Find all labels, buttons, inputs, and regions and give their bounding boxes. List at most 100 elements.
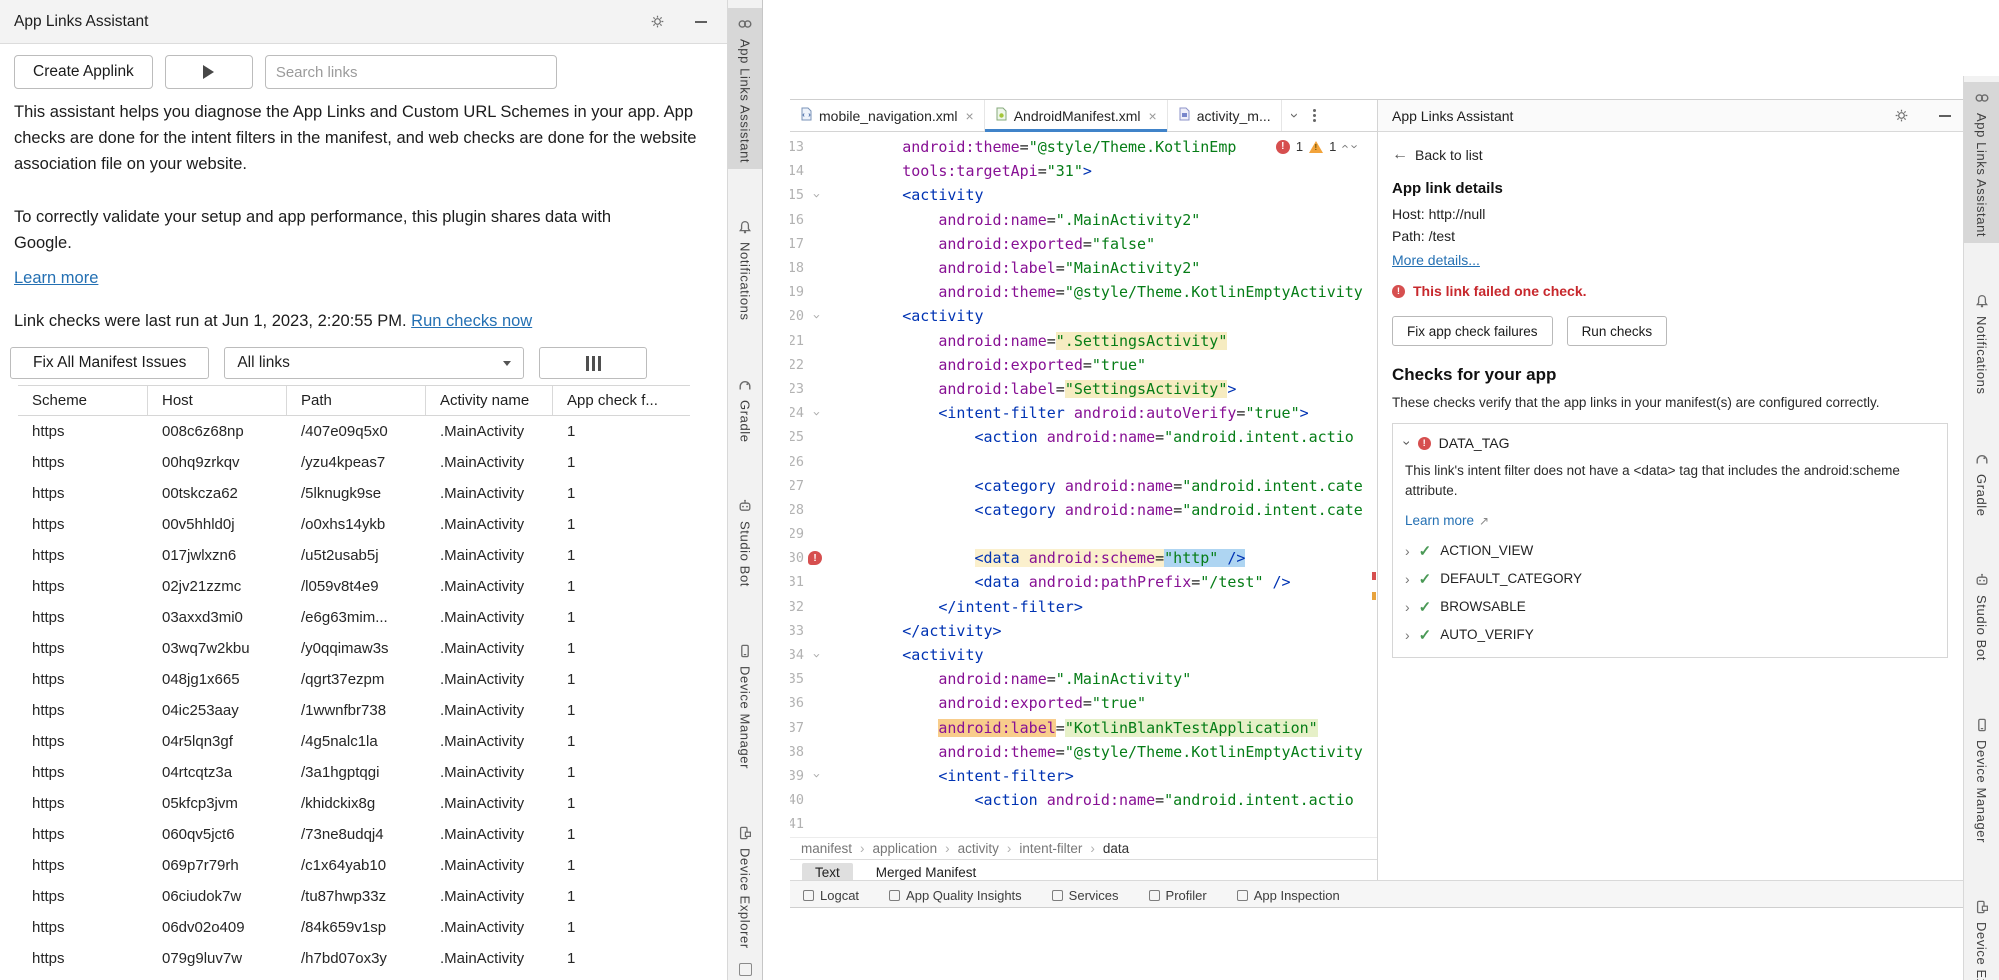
table-row[interactable]: https017jwlxzn6/u5t2usab5j.MainActivity1 bbox=[18, 540, 690, 571]
table-row[interactable]: https03wq7w2kbu/y0qqimaw3s.MainActivity1 bbox=[18, 633, 690, 664]
tool-tab-device-manager[interactable]: Device Manager bbox=[1964, 709, 1999, 849]
table-cell: .MainActivity bbox=[426, 857, 553, 874]
table-row[interactable]: https048jg1x665/qgrt37ezpm.MainActivity1 bbox=[18, 664, 690, 695]
table-row[interactable]: https03axxd3mi0/e6g63mim....MainActivity… bbox=[18, 602, 690, 633]
tool-window-button-app-quality-insights[interactable]: App Quality Insights bbox=[889, 888, 1022, 903]
more-details-link[interactable]: More details... bbox=[1392, 252, 1480, 268]
table-row[interactable]: https06ciudok7w/tu87hwp33z.MainActivity1 bbox=[18, 881, 690, 912]
check-row-auto-verify[interactable]: ›✓AUTO_VERIFY bbox=[1405, 625, 1935, 644]
tool-tab-device-explorer[interactable]: Device Explorer bbox=[728, 817, 762, 955]
gear-icon[interactable] bbox=[650, 14, 665, 29]
create-applink-button[interactable]: Create Applink bbox=[14, 55, 153, 89]
bottom-tab-merged-manifest[interactable]: Merged Manifest bbox=[863, 863, 990, 882]
gear-icon[interactable] bbox=[1894, 108, 1909, 123]
close-tab-icon[interactable]: × bbox=[966, 108, 974, 124]
fold-icon[interactable]: › bbox=[809, 651, 822, 659]
chevron-right-icon[interactable]: › bbox=[1405, 599, 1410, 615]
error-stripe[interactable] bbox=[1372, 132, 1377, 837]
search-links-input[interactable] bbox=[265, 55, 557, 89]
tool-tab-gradle[interactable]: Gradle bbox=[1964, 443, 1999, 523]
table-row[interactable]: https04rtcqtz3a/3a1hgptqgi.MainActivity1 bbox=[18, 757, 690, 788]
learn-more-link[interactable]: Learn more bbox=[1405, 513, 1474, 528]
table-row[interactable]: https04r5lqn3gf/4g5nalc1la.MainActivity1 bbox=[18, 726, 690, 757]
tool-window-button-app-inspection[interactable]: App Inspection bbox=[1237, 888, 1340, 903]
table-row[interactable]: https079g9luv7w/h7bd07ox3y.MainActivity1 bbox=[18, 943, 690, 974]
tool-tab-device-manager[interactable]: Device Manager bbox=[728, 635, 762, 775]
chevron-expanded-icon[interactable]: › bbox=[1400, 441, 1414, 446]
code-editor[interactable]: 13 android:theme="@style/Theme.KotlinEmp… bbox=[790, 132, 1377, 837]
breadcrumb-item[interactable]: intent-filter bbox=[1019, 841, 1082, 856]
code-text: <data android:pathPrefix="/test" /> bbox=[826, 573, 1291, 591]
table-row[interactable]: https00v5hhld0j/o0xhs14ykb.MainActivity1 bbox=[18, 509, 690, 540]
breadcrumb-item[interactable]: application bbox=[873, 841, 938, 856]
line-number: 20 bbox=[790, 304, 806, 328]
tab-options-icon[interactable] bbox=[1313, 108, 1316, 123]
breadcrumb-item[interactable]: activity bbox=[958, 841, 999, 856]
error-stripe-mark[interactable] bbox=[1372, 572, 1376, 580]
failed-check-row[interactable]: › ! DATA_TAG bbox=[1405, 435, 1935, 451]
check-row-default-category[interactable]: ›✓DEFAULT_CATEGORY bbox=[1405, 569, 1935, 588]
error-icon[interactable]: ! bbox=[808, 551, 822, 565]
table-row[interactable]: https060qv5jct6/73ne8udqj4.MainActivity1 bbox=[18, 819, 690, 850]
tool-window-button-services[interactable]: Services bbox=[1052, 888, 1119, 903]
back-to-list-link[interactable]: ← Back to list bbox=[1392, 146, 1947, 164]
chevron-right-icon[interactable]: › bbox=[1405, 627, 1410, 643]
column-header[interactable]: Path bbox=[287, 386, 426, 415]
links-filter-dropdown[interactable]: All links bbox=[224, 347, 524, 379]
learn-more-link[interactable]: Learn more bbox=[14, 269, 98, 287]
next-issue-icon[interactable]: › bbox=[1348, 144, 1361, 148]
close-tab-icon[interactable]: × bbox=[1149, 108, 1157, 124]
left-tool-strip: App Links Assistant Notifications Gradle St… bbox=[727, 0, 763, 980]
table-row[interactable]: https06dv02o409/84k659v1sp.MainActivity1 bbox=[18, 912, 690, 943]
tool-tab-app-links-assistant[interactable]: App Links Assistant bbox=[728, 8, 762, 169]
tool-tab-studio-bot[interactable]: Studio Bot bbox=[728, 490, 762, 593]
breadcrumb-item[interactable]: manifest bbox=[801, 841, 852, 856]
tool-tab-studio-bot[interactable]: Studio Bot bbox=[1964, 564, 1999, 667]
tool-tab-app-links-assistant[interactable]: App Links Assistant bbox=[1964, 82, 1999, 243]
column-header[interactable]: Activity name bbox=[426, 386, 553, 415]
hidden-tabs-chevron-icon[interactable]: › bbox=[1287, 113, 1302, 118]
table-row[interactable]: https008c6z68np/407e09q5x0.MainActivity1 bbox=[18, 416, 690, 447]
tool-tab-gradle[interactable]: Gradle bbox=[728, 369, 762, 449]
chevron-right-icon[interactable]: › bbox=[1405, 543, 1410, 559]
table-row[interactable]: https00hq9zrkqv/yzu4kpeas7.MainActivity1 bbox=[18, 447, 690, 478]
table-cell: .MainActivity bbox=[426, 702, 553, 719]
table-row[interactable]: https04ic253aay/1wwnfbr738.MainActivity1 bbox=[18, 695, 690, 726]
tool-tab-device-explorer[interactable]: Device Explorer bbox=[1964, 891, 1999, 980]
fix-app-check-failures-button[interactable]: Fix app check failures bbox=[1392, 316, 1553, 346]
minimize-icon[interactable] bbox=[695, 21, 707, 23]
fold-icon[interactable]: › bbox=[809, 772, 822, 780]
inspection-widget[interactable]: ! 1 1 › › bbox=[1272, 138, 1361, 155]
bottom-tab-text[interactable]: Text bbox=[802, 863, 853, 882]
tool-tab-notifications[interactable]: Notifications bbox=[1964, 285, 1999, 401]
minimize-icon[interactable] bbox=[1939, 115, 1951, 117]
tool-window-button-logcat[interactable]: Logcat bbox=[803, 888, 859, 903]
table-row[interactable]: https05kfcp3jvm/khidckix8g.MainActivity1 bbox=[18, 788, 690, 819]
editor-tab-activity-m[interactable]: activity_m... bbox=[1168, 100, 1282, 131]
fold-icon[interactable]: › bbox=[809, 192, 822, 200]
fold-icon[interactable]: › bbox=[809, 409, 822, 417]
partial-tool-icon[interactable] bbox=[739, 963, 752, 976]
table-row[interactable]: https02jv21zzmc/l059v8t4e9.MainActivity1 bbox=[18, 571, 690, 602]
table-row[interactable]: https069p7r79rh/c1x64yab10.MainActivity1 bbox=[18, 850, 690, 881]
check-passed-icon: ✓ bbox=[1419, 570, 1432, 588]
editor-tab-mobile-navigation-xml[interactable]: mobile_navigation.xml× bbox=[790, 100, 985, 131]
column-header[interactable]: Host bbox=[148, 386, 287, 415]
fix-all-manifest-issues-button[interactable]: Fix All Manifest Issues bbox=[10, 347, 209, 379]
warning-stripe-mark[interactable] bbox=[1372, 592, 1376, 600]
tool-tab-notifications[interactable]: Notifications bbox=[728, 211, 762, 327]
breadcrumb-item[interactable]: data bbox=[1103, 841, 1129, 856]
table-row[interactable]: https00tskcza62/5lknugk9se.MainActivity1 bbox=[18, 478, 690, 509]
chevron-right-icon[interactable]: › bbox=[1405, 571, 1410, 587]
columns-filter-button[interactable] bbox=[539, 347, 647, 379]
column-header[interactable]: App check f... bbox=[553, 386, 690, 415]
check-row-action-view[interactable]: ›✓ACTION_VIEW bbox=[1405, 541, 1935, 560]
check-row-browsable[interactable]: ›✓BROWSABLE bbox=[1405, 597, 1935, 616]
run-checks-now-link[interactable]: Run checks now bbox=[411, 312, 532, 330]
run-button[interactable] bbox=[165, 55, 253, 89]
run-checks-button[interactable]: Run checks bbox=[1567, 316, 1668, 346]
column-header[interactable]: Scheme bbox=[18, 386, 148, 415]
fold-icon[interactable]: › bbox=[809, 312, 822, 320]
tool-window-button-profiler[interactable]: Profiler bbox=[1149, 888, 1207, 903]
editor-tab-androidmanifest-xml[interactable]: AndroidManifest.xml× bbox=[985, 100, 1168, 131]
